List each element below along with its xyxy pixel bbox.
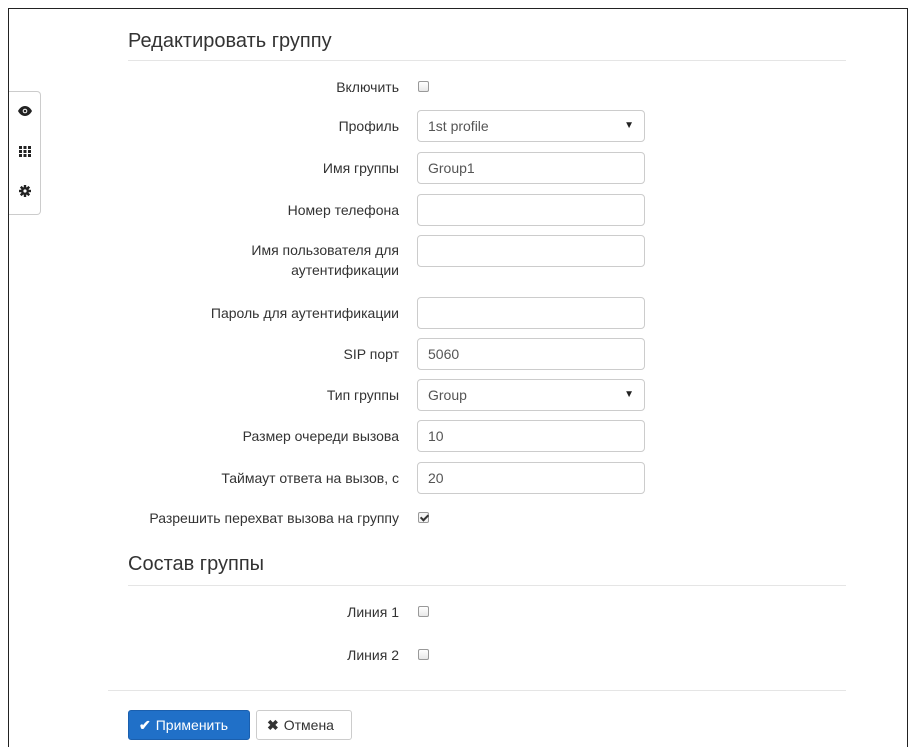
phone-number-input[interactable]	[417, 194, 645, 226]
profile-select-value: 1st profile	[428, 118, 489, 134]
caret-down-icon: ▼	[624, 389, 634, 400]
group-name-input[interactable]: Group1	[417, 152, 645, 184]
auth-password-input[interactable]	[417, 297, 645, 329]
gear-icon	[18, 185, 31, 197]
section-title-group-members: Состав группы	[128, 553, 265, 575]
section-divider	[128, 60, 846, 61]
call-pickup-label: Разрешить перехват вызова на группу	[149, 510, 399, 526]
times-icon: ✖	[267, 716, 279, 733]
cancel-button[interactable]: ✖ Отмена	[256, 710, 352, 740]
profile-label: Профиль	[338, 118, 399, 134]
sip-port-label: SIP порт	[343, 346, 399, 362]
enable-checkbox[interactable]	[418, 81, 429, 92]
footer-divider	[108, 690, 846, 691]
side-toolbar	[9, 91, 41, 215]
answer-timeout-input[interactable]: 20	[417, 462, 645, 494]
call-pickup-checkbox[interactable]	[418, 512, 429, 523]
auth-user-input[interactable]	[417, 235, 645, 267]
line-2-checkbox[interactable]	[418, 649, 429, 660]
apply-button[interactable]: ✔ Применить	[128, 710, 250, 740]
grid-button[interactable]	[9, 136, 40, 166]
queue-size-input[interactable]: 10	[417, 420, 645, 452]
caret-down-icon: ▼	[624, 120, 634, 131]
group-type-select[interactable]: Group ▼	[417, 379, 645, 411]
profile-select[interactable]: 1st profile ▼	[417, 110, 645, 142]
line-1-checkbox[interactable]	[418, 606, 429, 617]
section-divider	[128, 585, 846, 586]
line-1-label: Линия 1	[347, 604, 399, 620]
group-type-label: Тип группы	[326, 387, 399, 403]
sip-port-input[interactable]: 5060	[417, 338, 645, 370]
cancel-button-label: Отмена	[283, 717, 334, 733]
auth-user-label: Имя пользователя для аутентификации	[251, 242, 399, 278]
group-type-select-value: Group	[428, 387, 467, 403]
view-button[interactable]	[9, 96, 40, 126]
answer-timeout-label: Таймаут ответа на вызов, с	[221, 470, 399, 486]
enable-label: Включить	[336, 79, 399, 95]
line-2-label: Линия 2	[347, 647, 399, 663]
eye-icon	[17, 106, 32, 116]
grid-icon	[18, 145, 31, 157]
check-icon: ✔	[139, 716, 151, 733]
auth-password-label: Пароль для аутентификации	[210, 305, 399, 321]
section-title-edit-group: Редактировать группу	[128, 30, 332, 52]
queue-size-label: Размер очереди вызова	[242, 428, 399, 444]
phone-number-label: Номер телефона	[287, 202, 399, 218]
apply-button-label: Применить	[155, 717, 229, 733]
group-name-label: Имя группы	[322, 160, 399, 176]
settings-button[interactable]	[9, 176, 40, 206]
